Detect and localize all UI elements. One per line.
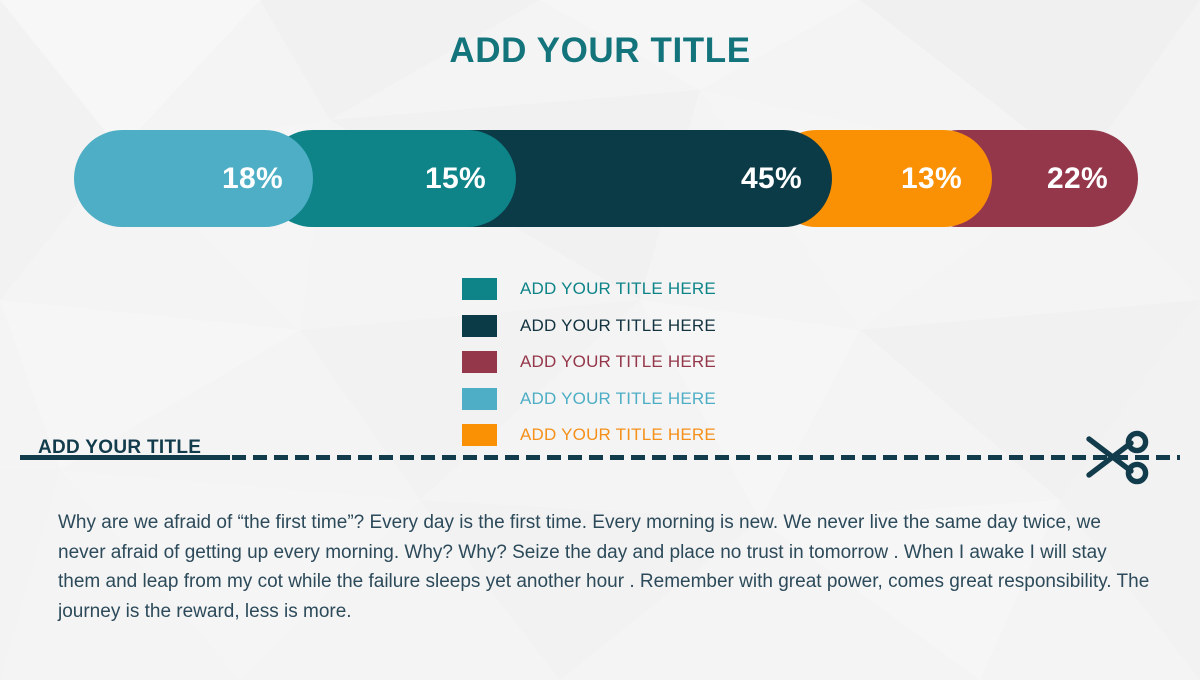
legend-label: ADD YOUR TITLE HERE [520, 352, 716, 372]
body-paragraph: Why are we afraid of “the first time”? E… [58, 512, 1150, 622]
legend-swatch [462, 387, 497, 410]
bar-value-label: 18% [222, 161, 283, 195]
legend-label: ADD YOUR TITLE HERE [520, 279, 716, 299]
bar-value-label: 15% [425, 161, 486, 195]
solid-rule [20, 455, 230, 460]
cut-line [20, 430, 1180, 495]
bar-value-label: 22% [1047, 161, 1108, 195]
bar-segment: 18% [74, 130, 313, 227]
dashed-rule [232, 455, 1180, 460]
legend-item[interactable]: ADD YOUR TITLE HERE [462, 271, 716, 308]
legend-label: ADD YOUR TITLE HERE [520, 425, 716, 445]
legend-item[interactable]: ADD YOUR TITLE HERE [462, 344, 716, 381]
legend-item[interactable]: ADD YOUR TITLE HERE [462, 381, 716, 418]
bar-value-label: 13% [901, 161, 962, 195]
legend-label: ADD YOUR TITLE HERE [520, 315, 716, 335]
legend-swatch [462, 424, 497, 447]
stacked-bar-chart: 18% 15% 45% 13% 22% [74, 130, 1138, 227]
legend-swatch [462, 314, 497, 337]
legend-label: ADD YOUR TITLE HERE [520, 388, 716, 408]
scissors-icon [1086, 430, 1149, 485]
bar-value-label: 45% [741, 161, 802, 195]
chart-legend: ADD YOUR TITLE HERE ADD YOUR TITLE HERE AD… [462, 271, 716, 454]
legend-item[interactable]: ADD YOUR TITLE HERE [462, 417, 716, 454]
legend-item[interactable]: ADD YOUR TITLE HERE [462, 308, 716, 345]
legend-swatch [462, 351, 497, 374]
page-title: ADD YOUR TITLE [449, 31, 751, 70]
legend-swatch [462, 278, 497, 301]
